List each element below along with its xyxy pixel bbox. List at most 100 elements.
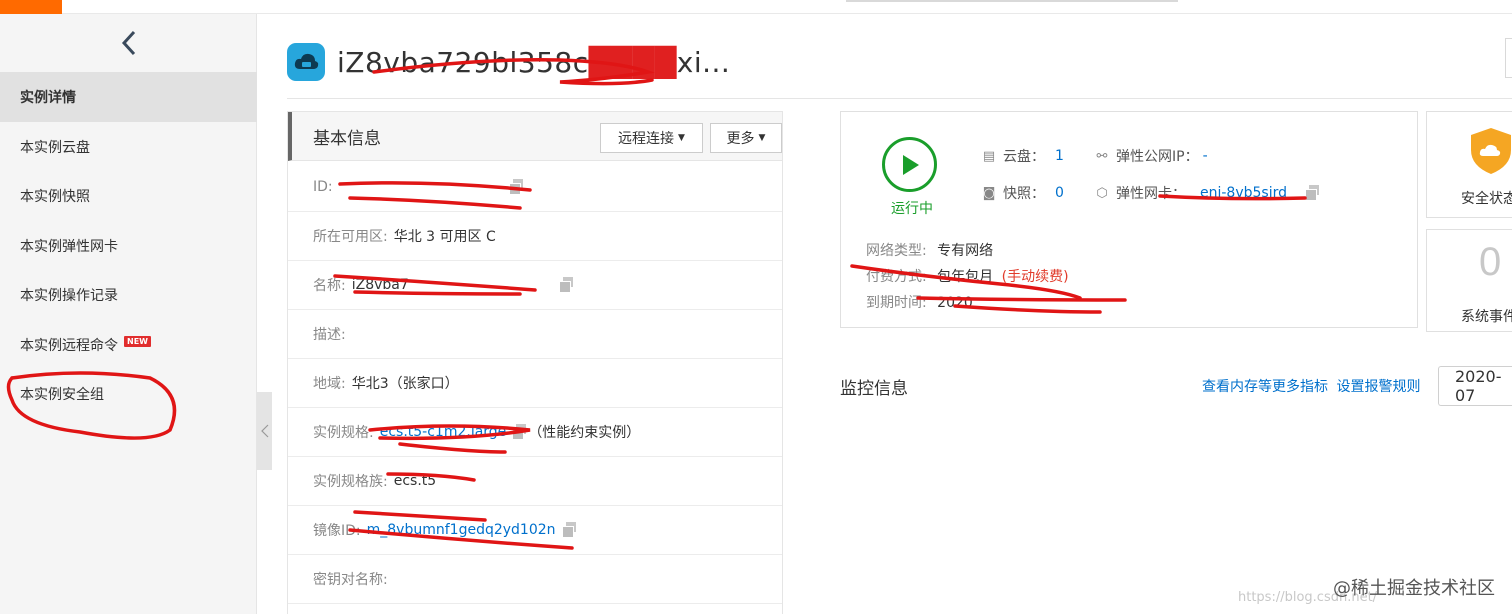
disk-stat: ▤ 云盘： 1 xyxy=(981,146,1064,166)
disk-icon: ▤ xyxy=(982,148,996,164)
sidebar-item-label: 本实例安全组 xyxy=(20,387,104,403)
info-value: iZ8vba7 xyxy=(351,277,409,293)
info-row-instance-type: 实例规格: ecs.t5-c1m2.large （性能约束实例） xyxy=(288,408,782,457)
info-row-description: 描述: xyxy=(288,310,782,359)
expire-value: 2020 xyxy=(937,295,973,311)
expire-row: 到期时间: 2020 xyxy=(866,292,973,312)
page-title: iZ8vba729bl358c████xi... xyxy=(337,45,731,79)
caret-down-icon: ▼ xyxy=(758,133,766,143)
chevron-left-icon xyxy=(260,424,268,438)
header-action-button[interactable] xyxy=(1505,38,1512,78)
running-status-label: 运行中 xyxy=(891,201,933,217)
camera-icon: ◙ xyxy=(982,185,996,201)
info-value-suffix: （性能约束实例） xyxy=(528,425,641,441)
remote-connect-button[interactable]: 远程连接 ▼ xyxy=(600,123,703,153)
network-card-icon: ⬡ xyxy=(1096,185,1108,201)
image-id-link[interactable]: m_8vbumnf1gedq2yd102n xyxy=(367,522,556,538)
security-status-card[interactable]: 安全状态 xyxy=(1426,111,1512,218)
sidebar-item-operation-log[interactable]: 本实例操作记录 xyxy=(0,270,257,320)
sidebar-item-label: 本实例快照 xyxy=(20,189,90,205)
billing-key: 付费方式: xyxy=(866,269,927,285)
network-type-key: 网络类型: xyxy=(866,243,927,259)
global-search-input[interactable] xyxy=(846,0,1178,2)
basic-info-header: 基本信息 远程连接 ▼ 更多 ▼ xyxy=(288,112,782,161)
eni-link[interactable]: eni-8vb5sird xyxy=(1200,185,1287,201)
more-button[interactable]: 更多 ▼ xyxy=(710,123,782,153)
link-icon: ⚯ xyxy=(1096,148,1108,164)
info-key: 名称: xyxy=(313,278,346,294)
copy-icon[interactable] xyxy=(561,522,578,538)
instance-status-card: 运行中 ▤ 云盘： 1 ◙ 快照： 0 ⚯ 弹性公网IP： - ⬡ 弹性网卡： … xyxy=(840,111,1418,328)
info-key: ID: xyxy=(313,179,333,195)
more-label: 更多 xyxy=(726,131,755,147)
copy-icon[interactable] xyxy=(512,424,528,440)
info-row-keypair: 密钥对名称: xyxy=(288,555,782,604)
system-events-label: 系统事件 xyxy=(1461,309,1512,325)
info-value: 华北3（张家口） xyxy=(351,376,459,392)
eip-label: 弹性公网IP： xyxy=(1116,149,1199,165)
eip-stat: ⚯ 弹性公网IP： - xyxy=(1094,146,1208,166)
caret-down-icon: ▼ xyxy=(678,133,685,143)
billing-value: 包年包月 xyxy=(937,269,994,285)
sidebar-item-label: 本实例弹性网卡 xyxy=(20,239,118,255)
security-status-label: 安全状态 xyxy=(1461,191,1512,207)
sidebar-item-eni[interactable]: 本实例弹性网卡 xyxy=(0,221,257,271)
info-row-instance-family: 实例规格族: ecs.t5 xyxy=(288,457,782,506)
new-badge: NEW xyxy=(124,335,151,347)
play-icon xyxy=(882,137,937,192)
eip-value: - xyxy=(1202,148,1208,164)
date-range-value: 2020-07 xyxy=(1455,367,1502,405)
info-key: 镜像ID: xyxy=(313,523,361,539)
sidebar-item-snapshots[interactable]: 本实例快照 xyxy=(0,171,257,221)
info-row-image-id: 镜像ID: m_8vbumnf1gedq2yd102n xyxy=(288,506,782,555)
sidebar-item-label: 实例详情 xyxy=(20,90,76,106)
back-button[interactable] xyxy=(0,14,257,72)
sidebar-item-label: 本实例远程命令 xyxy=(20,338,118,354)
info-key: 地域: xyxy=(313,376,346,392)
info-key: 所在可用区: xyxy=(313,229,388,245)
monitor-title: 监控信息 xyxy=(840,379,908,399)
disk-label: 云盘： xyxy=(1003,149,1045,165)
sidebar-item-security-group[interactable]: 本实例安全组 xyxy=(0,369,257,419)
sidebar-item-remote-commands[interactable]: 本实例远程命令 NEW xyxy=(0,320,257,370)
instance-type-link[interactable]: ecs.t5-c1m2.large xyxy=(380,424,507,440)
info-key: 实例规格: xyxy=(313,425,374,441)
date-range-picker[interactable]: 2020-07 xyxy=(1438,366,1512,406)
monitor-links: 查看内存等更多指标 设置报警规则 xyxy=(1202,376,1420,396)
network-type-value: 专有网络 xyxy=(937,243,994,259)
cloud-server-icon xyxy=(287,43,325,81)
sidebar-item-disks[interactable]: 本实例云盘 xyxy=(0,122,257,172)
basic-info-card: 基本信息 远程连接 ▼ 更多 ▼ ID: 所在可用区: 华北 3 可用区 C 名称:… xyxy=(287,111,783,614)
billing-row: 付费方式: 包年包月 (手动续费) xyxy=(866,266,1069,286)
copy-icon[interactable] xyxy=(1305,185,1321,201)
copy-icon[interactable] xyxy=(558,277,575,293)
eni-label: 弹性网卡： xyxy=(1116,186,1186,202)
more-metrics-link[interactable]: 查看内存等更多指标 xyxy=(1202,379,1328,395)
sidebar: 实例详情 本实例云盘 本实例快照 本实例弹性网卡 本实例操作记录 本实例远程命令… xyxy=(0,14,257,614)
sidebar-item-instance-details[interactable]: 实例详情 xyxy=(0,72,257,122)
disk-count-link[interactable]: 1 xyxy=(1055,148,1064,164)
sidebar-collapse-toggle[interactable] xyxy=(257,392,272,470)
sidebar-item-label: 本实例云盘 xyxy=(20,140,90,156)
info-key: 描述: xyxy=(313,327,346,343)
page-header: iZ8vba729bl358c████xi... xyxy=(287,38,730,86)
eni-stat: ⬡ 弹性网卡： eni-8vb5sird xyxy=(1094,183,1321,203)
alarm-rules-link[interactable]: 设置报警规则 xyxy=(1336,379,1420,395)
system-events-card[interactable]: 0 系统事件 xyxy=(1426,229,1512,332)
expire-key: 到期时间: xyxy=(866,295,927,311)
info-key: 密钥对名称: xyxy=(313,572,388,588)
shield-icon xyxy=(1471,128,1511,174)
info-row-region: 地域: 华北3（张家口） xyxy=(288,359,782,408)
copy-icon[interactable] xyxy=(508,179,525,195)
snapshot-count-link[interactable]: 0 xyxy=(1055,185,1064,201)
info-value: 华北 3 可用区 C xyxy=(393,229,496,245)
sidebar-item-label: 本实例操作记录 xyxy=(20,288,118,304)
renewal-note: (手动续费) xyxy=(1001,269,1069,285)
brand-logo-strip[interactable] xyxy=(0,0,62,14)
info-value: ecs.t5 xyxy=(393,473,437,489)
chevron-left-icon xyxy=(121,30,135,56)
info-row-id: ID: xyxy=(288,163,782,212)
card-title: 基本信息 xyxy=(313,128,381,149)
system-events-count: 0 xyxy=(1479,240,1502,284)
snapshot-label: 快照： xyxy=(1003,186,1045,202)
